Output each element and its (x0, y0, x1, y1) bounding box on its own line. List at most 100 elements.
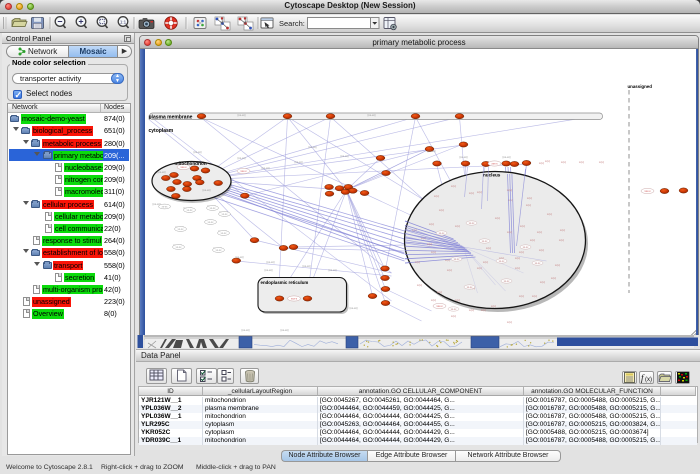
svg-text:xx(x): xx(x) (525, 204, 530, 207)
svg-text:xx-xx: xx-xx (177, 228, 184, 231)
svg-text:xx(x): xx(x) (518, 295, 523, 298)
svg-text:xx(x): xx(x) (485, 247, 490, 250)
svg-text:xx-xx: xx-xx (220, 232, 227, 235)
svg-text:xx(x): xx(x) (438, 209, 443, 212)
svg-text:xx(x): xx(x) (531, 295, 536, 298)
svg-text:xx-xx: xx-xx (161, 206, 168, 209)
svg-text:xx(x): xx(x) (430, 299, 435, 302)
svg-text:xx(x): xx(x) (526, 197, 531, 200)
svg-text:xx(x): xx(x) (560, 161, 565, 164)
svg-text:xx(x): xx(x) (414, 261, 419, 264)
svg-text:xx(x): xx(x) (559, 229, 564, 232)
svg-text:xx(x): xx(x) (490, 305, 495, 308)
svg-text:xx(x): xx(x) (598, 161, 603, 164)
svg-text:xx(x): xx(x) (558, 239, 563, 242)
svg-text:xx(x): xx(x) (546, 213, 551, 216)
svg-text:[xx-xx]: [xx-xx] (237, 156, 245, 160)
svg-text:xx-xx: xx-xx (466, 286, 472, 289)
svg-text:xx(x): xx(x) (514, 257, 519, 260)
svg-text:endoplasmic reticulum: endoplasmic reticulum (260, 280, 308, 285)
svg-text:xx(x): xx(x) (529, 239, 534, 242)
svg-text:xx(x): xx(x) (538, 162, 543, 165)
svg-text:xx(x): xx(x) (578, 161, 583, 164)
svg-text:nucleus: nucleus (483, 173, 501, 178)
svg-text:xx-xx: xx-xx (453, 258, 459, 261)
svg-text:xx(x): xx(x) (539, 281, 544, 284)
svg-text:plasma membrane: plasma membrane (148, 115, 192, 121)
svg-text:[xx-xx]: [xx-xx] (241, 328, 249, 332)
svg-text:xx(x): xx(x) (454, 225, 459, 228)
svg-text:[xx-xx]: [xx-xx] (308, 145, 316, 149)
svg-text:xx-xx: xx-xx (175, 246, 182, 249)
svg-text:xx(x): xx(x) (506, 189, 511, 192)
svg-text:xx(x): xx(x) (519, 225, 524, 228)
svg-text:[xx-xx]: [xx-xx] (261, 166, 269, 170)
svg-text:[xx-xx]: [xx-xx] (367, 113, 375, 117)
svg-text:xx(x): xx(x) (454, 299, 459, 302)
svg-text:xx-xx: xx-xx (498, 260, 504, 263)
svg-text:xx-xx: xx-xx (215, 249, 222, 252)
svg-text:[xx-xx]: [xx-xx] (193, 150, 201, 154)
svg-text:xx(x): xx(x) (446, 269, 451, 272)
svg-text:xx-xx: xx-xx (450, 308, 456, 311)
svg-text:[xx-xx]: [xx-xx] (502, 155, 510, 159)
svg-text:xx(x): xx(x) (506, 321, 511, 324)
svg-text:xxx-x: xxx-x (290, 298, 297, 301)
svg-text:xx-xx: xx-xx (438, 232, 444, 235)
svg-text:xx-xx: xx-xx (503, 280, 509, 283)
svg-text:1:1: 1:1 (120, 19, 127, 24)
svg-text:mitochondrion: mitochondrion (174, 161, 206, 166)
svg-text:xx(x): xx(x) (544, 160, 549, 163)
svg-text:[xx-xx]: [xx-xx] (302, 264, 310, 268)
svg-text:xx-xx: xx-xx (207, 221, 214, 224)
svg-text:xxx-x: xxx-x (436, 305, 443, 308)
svg-text:xx(x): xx(x) (450, 185, 455, 188)
svg-text:xxx-x: xxx-x (240, 170, 247, 173)
svg-text:[xx-xx]: [xx-xx] (264, 268, 272, 272)
svg-text:xx(x): xx(x) (468, 192, 473, 195)
svg-text:xx(x): xx(x) (480, 309, 485, 312)
svg-text:unassigned: unassigned (627, 84, 652, 89)
svg-text:(x): (x) (645, 377, 652, 383)
svg-text:xx-xx: xx-xx (481, 240, 487, 243)
svg-text:[xx-xx]: [xx-xx] (280, 328, 288, 332)
svg-text:[xx-xx]: [xx-xx] (266, 260, 274, 264)
svg-text:cytoplasm: cytoplasm (148, 128, 173, 134)
svg-text:xx(x): xx(x) (482, 261, 487, 264)
svg-text:xxx-x: xxx-x (180, 166, 187, 169)
svg-text:xxx-x: xxx-x (491, 163, 498, 166)
svg-text:[xx-xx]: [xx-xx] (427, 149, 435, 153)
svg-text:[xx-xx]: [xx-xx] (459, 155, 467, 159)
svg-text:xx(x): xx(x) (494, 217, 499, 220)
svg-text:[xx-xx]: [xx-xx] (235, 255, 243, 259)
svg-text:xxx-x: xxx-x (644, 190, 651, 193)
svg-text:xx-xx: xx-xx (468, 222, 474, 225)
svg-text:xx-xx: xx-xx (522, 246, 528, 249)
svg-text:xx(x): xx(x) (476, 191, 481, 194)
svg-text:xx(x): xx(x) (468, 309, 473, 312)
svg-text:Search:: Search: (279, 19, 305, 28)
svg-text:xx-xx: xx-xx (209, 207, 216, 210)
svg-text:xx(x): xx(x) (506, 231, 511, 234)
svg-text:xx(x): xx(x) (550, 277, 555, 280)
svg-text:xx(x): xx(x) (428, 223, 433, 226)
svg-text:xx-xx: xx-xx (186, 209, 193, 212)
svg-text:xx(x): xx(x) (436, 291, 441, 294)
svg-text:[xx-xx]: [xx-xx] (328, 268, 336, 272)
svg-text:xx(x): xx(x) (430, 251, 435, 254)
svg-text:[xx-xx]: [xx-xx] (294, 160, 302, 164)
svg-text:xx(x): xx(x) (450, 315, 455, 318)
svg-text:xx(x): xx(x) (518, 251, 523, 254)
svg-text:xx(x): xx(x) (416, 284, 421, 287)
svg-text:[xx-xx]: [xx-xx] (157, 170, 165, 174)
svg-text:[xx-xx]: [xx-xx] (340, 154, 348, 158)
svg-text:[xx-xx]: [xx-xx] (202, 188, 210, 192)
svg-text:xx(x): xx(x) (554, 264, 559, 267)
svg-text:xx(x): xx(x) (538, 249, 543, 252)
svg-text:xx(x): xx(x) (433, 195, 438, 198)
svg-text:xx-xx: xx-xx (534, 262, 540, 265)
svg-text:[xx-xx]: [xx-xx] (349, 306, 357, 310)
svg-text:xx(x): xx(x) (536, 231, 541, 234)
svg-text:[xx-xx]: [xx-xx] (237, 113, 245, 117)
svg-text:xx(x): xx(x) (426, 243, 431, 246)
